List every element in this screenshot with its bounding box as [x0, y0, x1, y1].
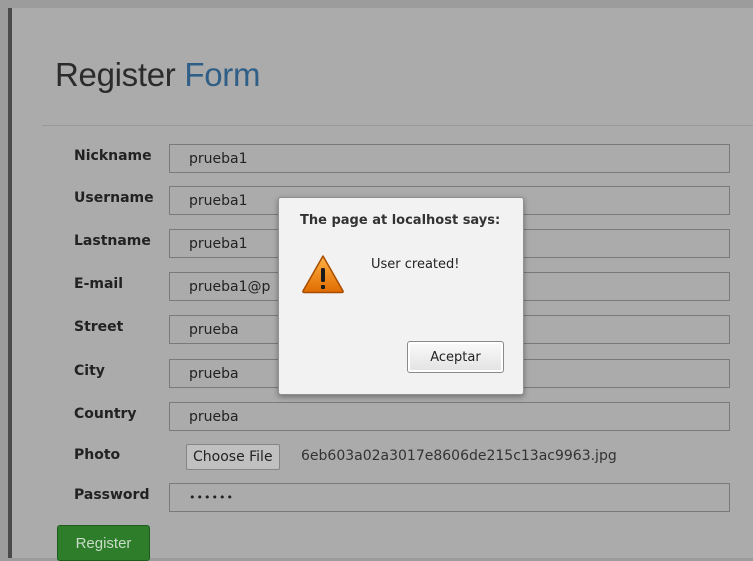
password-row: Password: [0, 483, 753, 513]
title-main: Register: [55, 56, 176, 93]
country-row: Country: [0, 402, 753, 432]
street-label: Street: [74, 319, 124, 335]
lastname-label: Lastname: [74, 233, 151, 249]
selected-file-name: 6eb603a02a3017e8606de215c13ac9963.jpg: [301, 448, 617, 464]
choose-file-button[interactable]: Choose File: [186, 444, 280, 470]
email-label: E-mail: [74, 276, 124, 292]
photo-label: Photo: [74, 447, 121, 463]
title-accent: Form: [184, 56, 261, 93]
username-label: Username: [74, 190, 154, 206]
nickname-row: Nickname: [0, 144, 753, 174]
title-divider: [42, 125, 753, 126]
country-input[interactable]: [169, 402, 730, 431]
photo-row: Photo Choose File 6eb603a02a3017e8606de2…: [0, 443, 753, 473]
password-label: Password: [74, 487, 150, 503]
nickname-input[interactable]: [169, 144, 730, 173]
city-label: City: [74, 363, 105, 379]
register-button[interactable]: Register: [57, 525, 150, 561]
alert-dialog: The page at localhost says: User created…: [278, 197, 524, 395]
country-label: Country: [74, 406, 137, 422]
warning-icon: [302, 255, 344, 294]
nickname-label: Nickname: [74, 148, 152, 164]
dialog-title: The page at localhost says:: [300, 213, 501, 228]
password-input[interactable]: [169, 483, 730, 512]
page-title: Register Form: [55, 56, 260, 94]
accept-button[interactable]: Aceptar: [407, 341, 504, 373]
dialog-message: User created!: [371, 257, 460, 272]
